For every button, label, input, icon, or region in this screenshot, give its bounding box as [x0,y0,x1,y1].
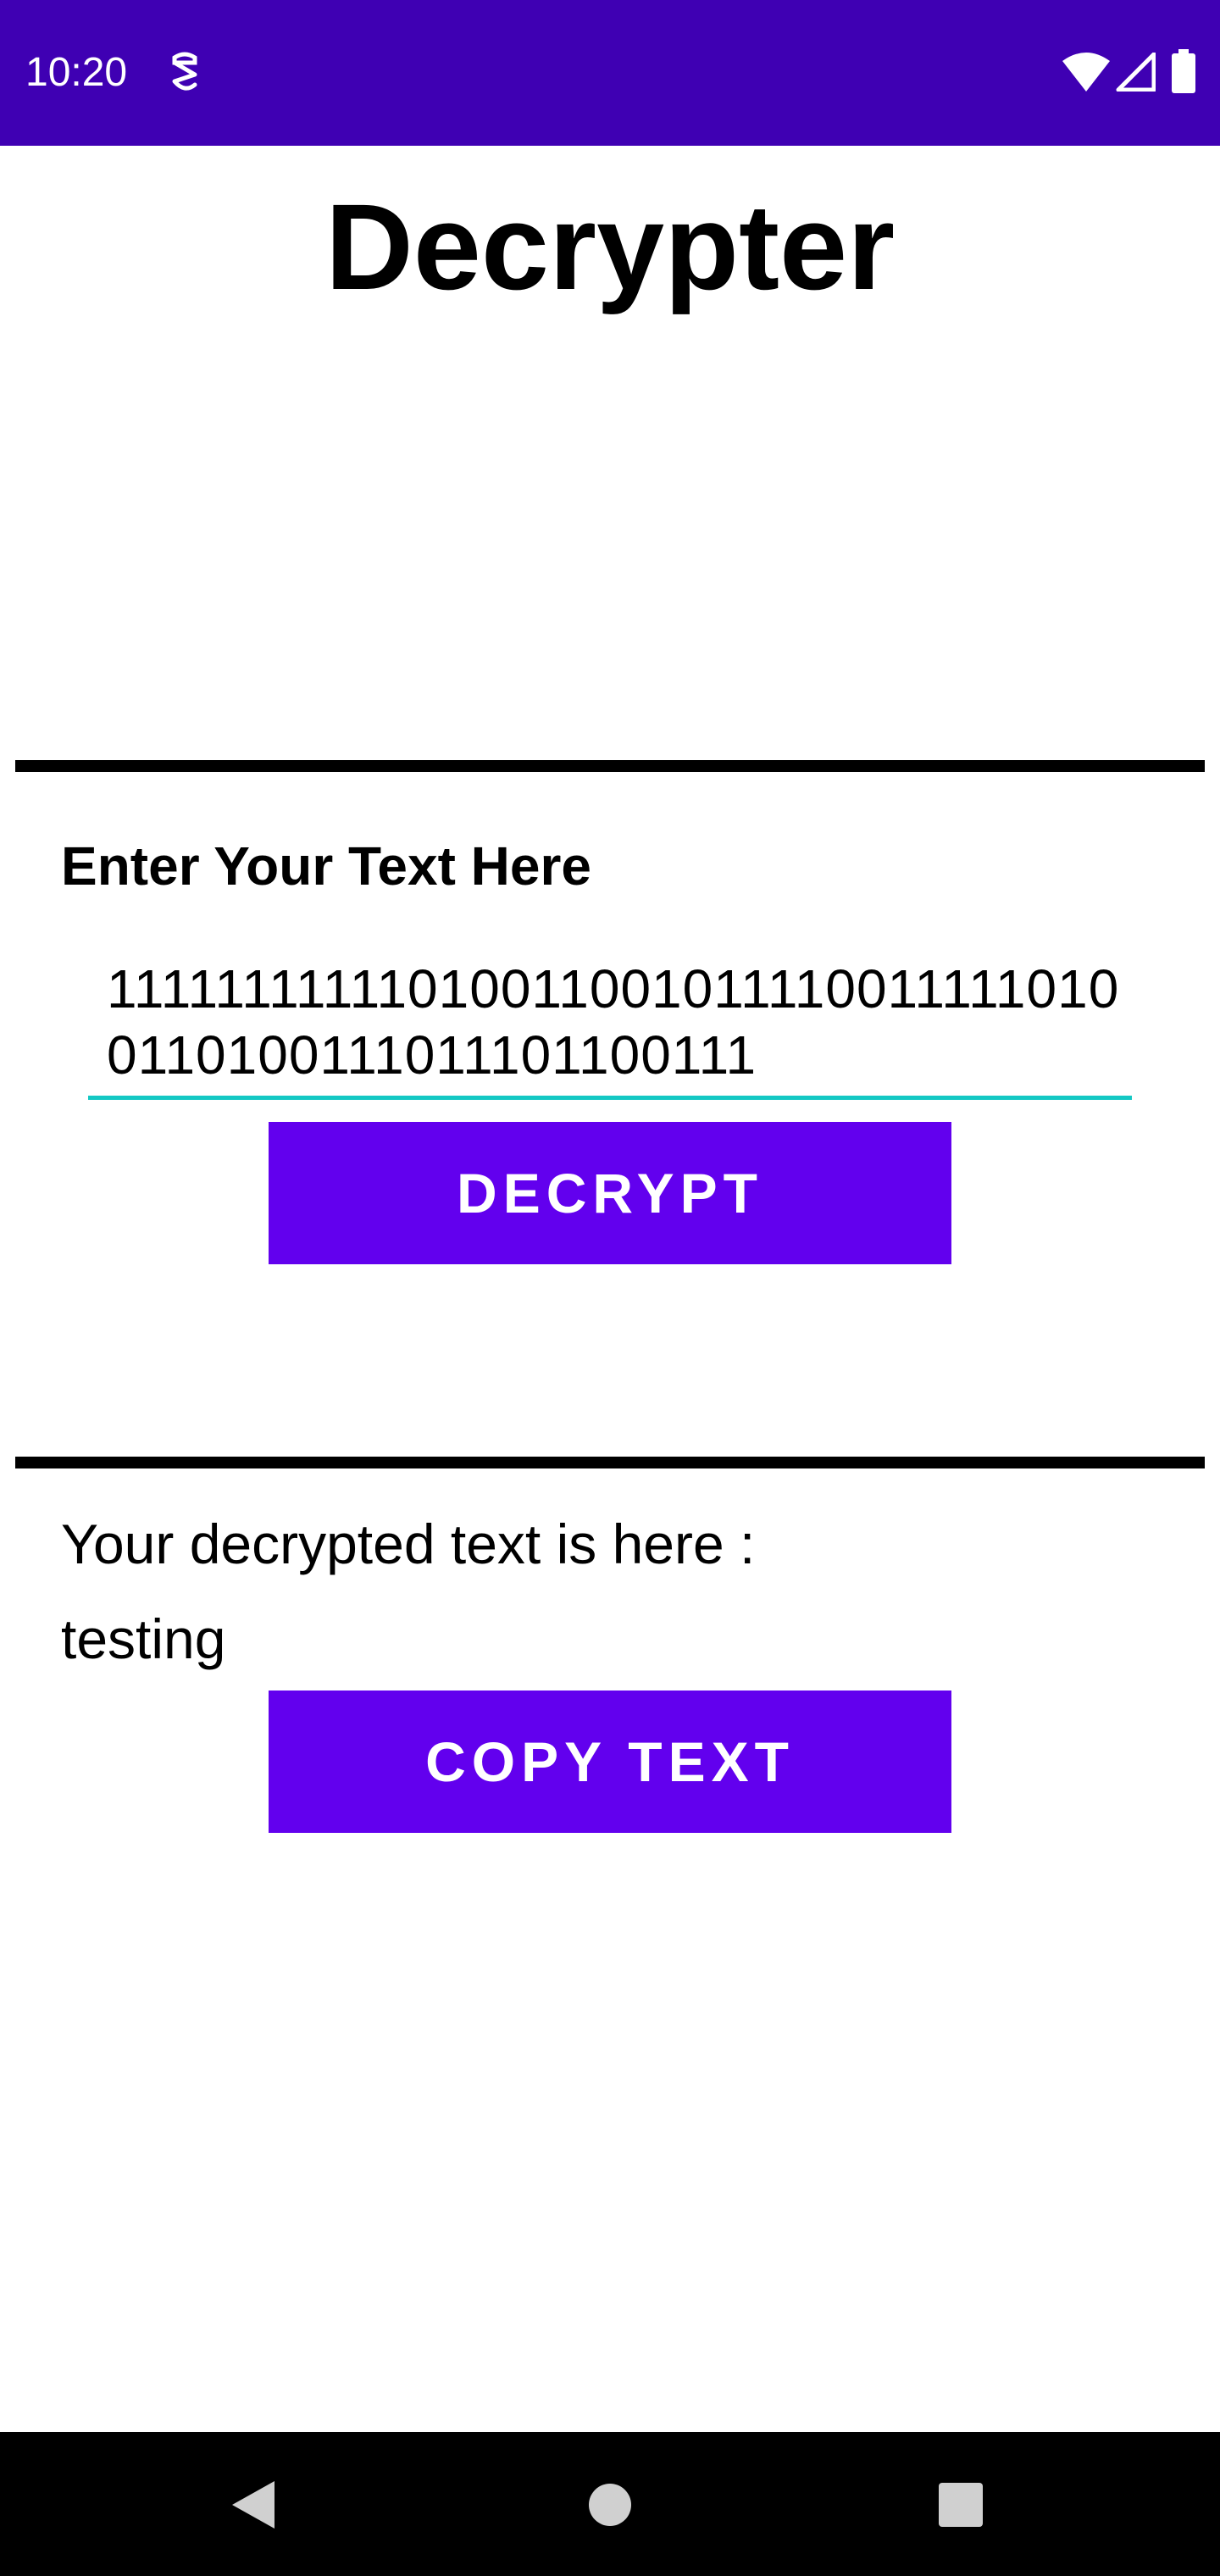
notification-icon [172,52,197,91]
decrypt-button[interactable]: Decrypt [269,1122,951,1264]
encrypted-text-input[interactable]: 1111111111101001100101111001111101001101… [88,947,1132,1100]
copy-text-button[interactable]: Copy Text [269,1690,951,1833]
recents-icon[interactable] [939,2483,983,2527]
battery-icon [1172,49,1195,93]
encrypted-text-value: 1111111111101001100101111001111101001101… [107,958,1120,1085]
signal-icon [1116,53,1156,92]
divider [15,760,1205,772]
page-title: Decrypter [324,179,896,315]
back-icon[interactable] [229,2479,276,2530]
input-label: Enter Your Text Here [61,836,591,897]
wifi-icon [1062,53,1110,92]
status-bar: 10:20 [0,0,1220,146]
home-icon[interactable] [588,2483,632,2527]
divider [15,1457,1205,1468]
status-time: 10:20 [25,50,128,95]
result-label: Your decrypted text is here : [61,1513,756,1575]
decrypted-text: testing [61,1607,226,1670]
